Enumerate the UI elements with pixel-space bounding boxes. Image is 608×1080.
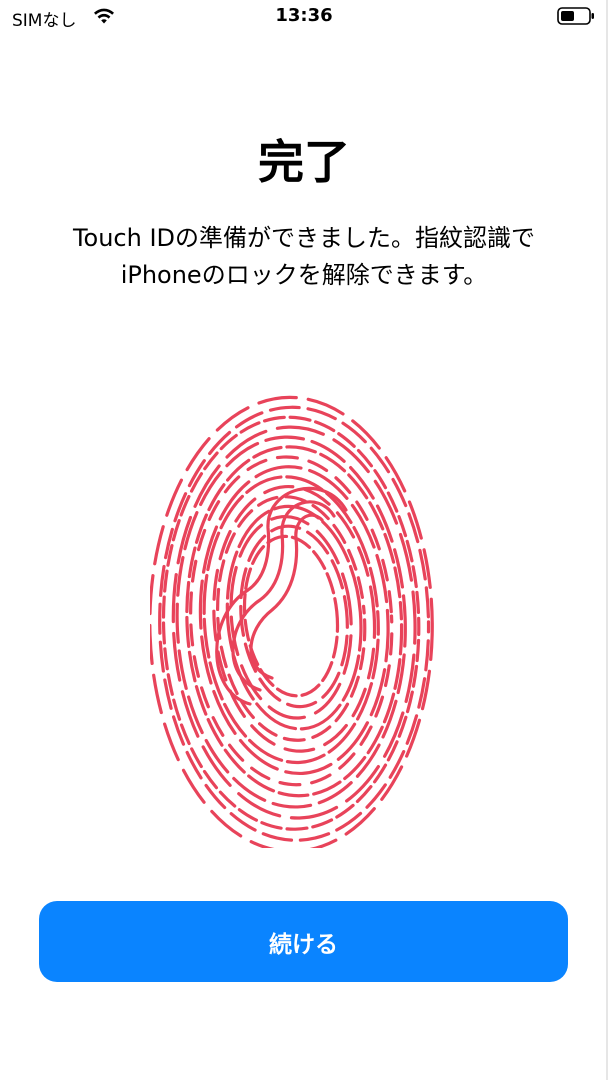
subtitle-line: Touch IDの準備ができました。指紋認識で [72,224,536,252]
subtitle: Touch IDの準備ができました。指紋認識で iPhoneのロックを解除できま… [20,220,588,294]
continue-button[interactable]: 続ける [39,901,568,982]
page-title: 完了 [258,135,350,189]
fingerprint-ridge [158,405,431,842]
subtitle-line: iPhoneのロックを解除できます。 [120,261,488,289]
status-bar: SIMなし 13:36 [0,0,608,34]
fingerprint-ridge [242,534,340,698]
clock: 13:36 [275,5,333,26]
battery-icon [557,7,594,25]
fingerprint-icon [150,395,434,848]
